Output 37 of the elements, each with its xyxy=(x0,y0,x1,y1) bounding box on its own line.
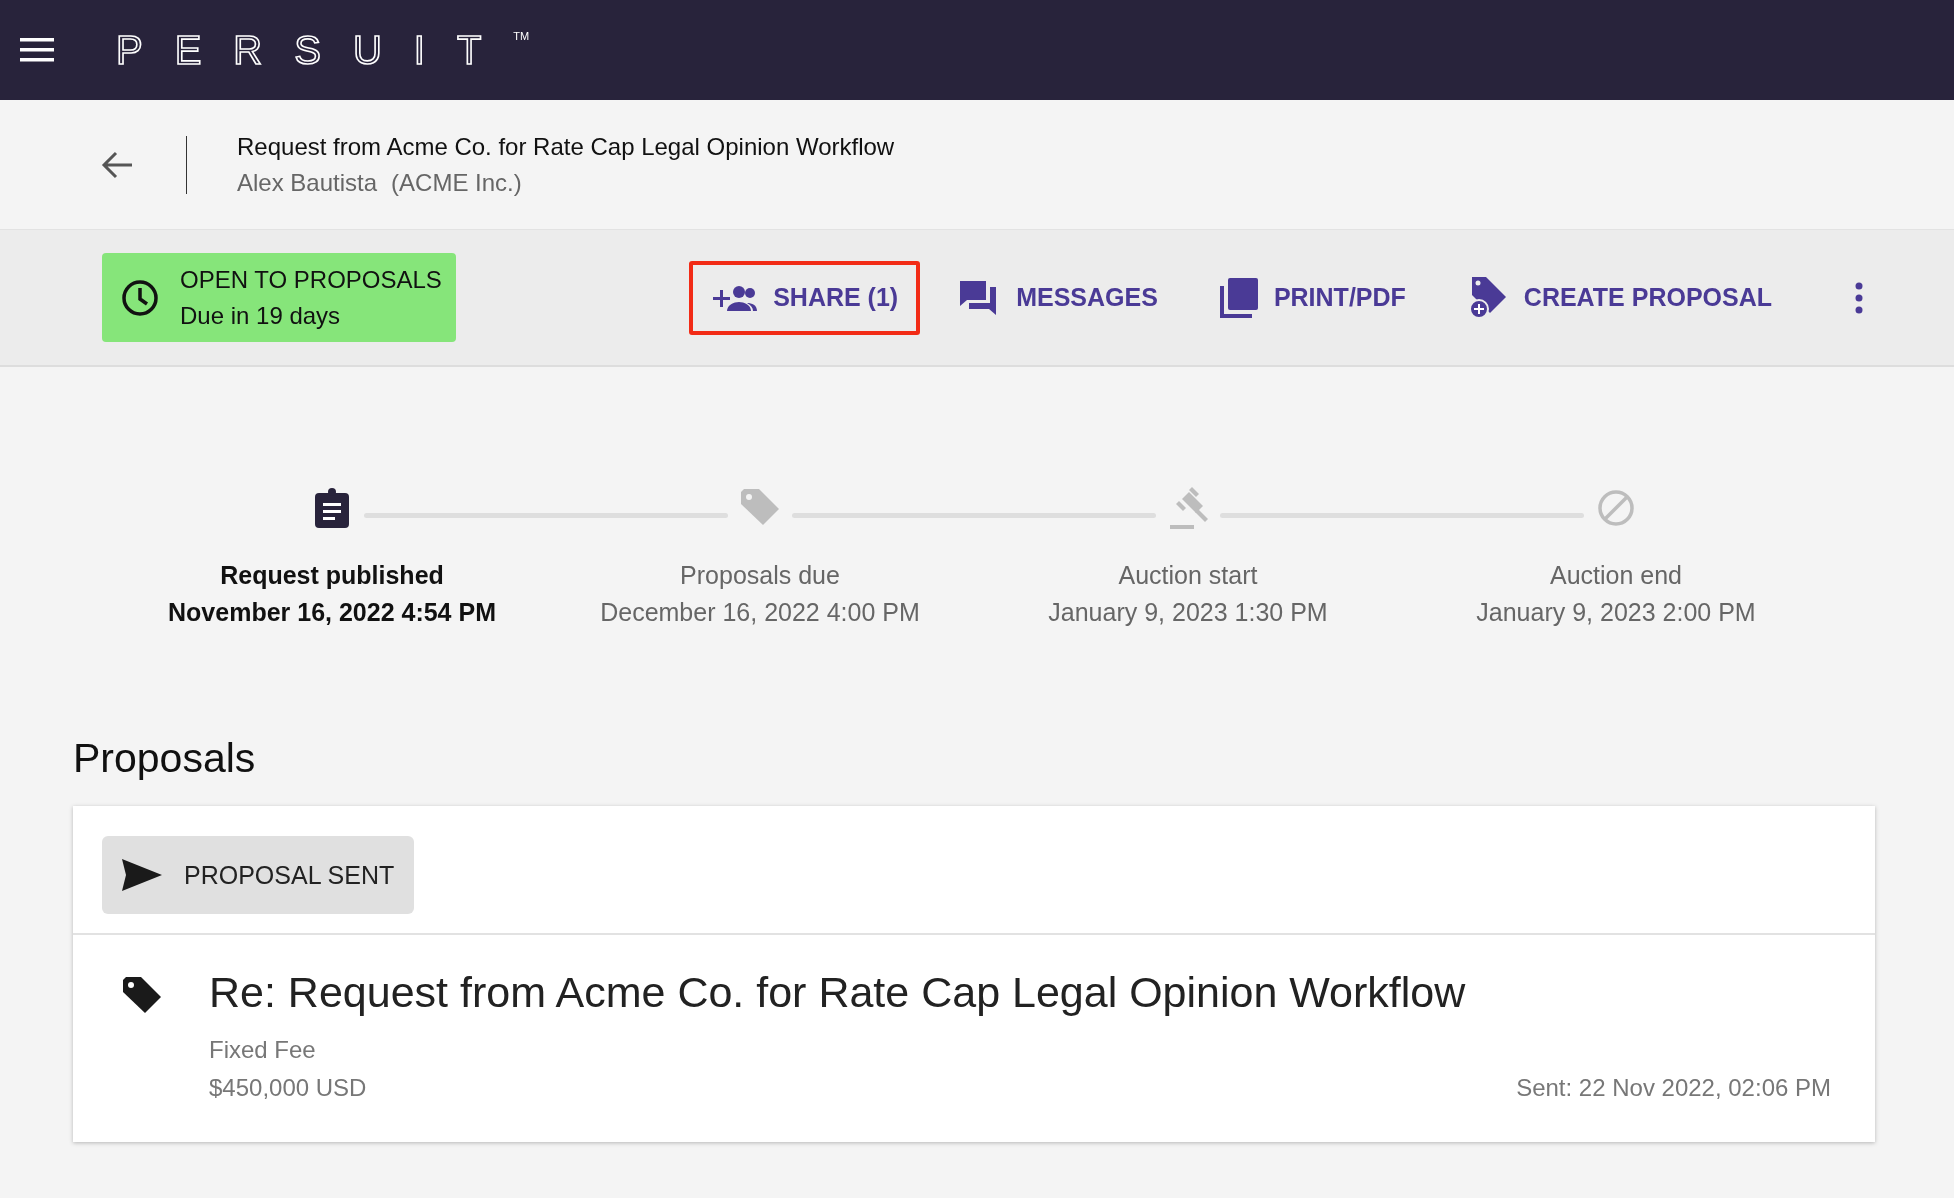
send-icon xyxy=(122,859,162,891)
create-button[interactable]: CREATE PROPOSAL xyxy=(1445,260,1794,335)
messages-button[interactable]: MESSAGES xyxy=(938,260,1180,335)
step-date: January 9, 2023 2:00 PM xyxy=(1476,598,1756,627)
pdf-button[interactable]: PRINT/PDF xyxy=(1197,260,1428,335)
step-label: Request published xyxy=(220,561,444,590)
step-label: Proposals due xyxy=(680,561,840,590)
section-heading: Proposals xyxy=(73,735,257,782)
tag-icon xyxy=(741,489,779,527)
due-text: Due in 19 days xyxy=(180,301,342,330)
sent-date: Sent: 22 Nov 2022, 02:06 PM xyxy=(1516,1074,1831,1103)
chip-label: PROPOSAL SENT xyxy=(184,860,395,890)
pdf-file-icon xyxy=(1219,277,1258,318)
requester-name: Alex Bautista xyxy=(237,168,378,197)
menu-button[interactable] xyxy=(20,38,54,62)
more-button[interactable] xyxy=(1854,281,1864,314)
fee-type: Fixed Fee xyxy=(209,1036,317,1065)
step-date: January 9, 2023 1:30 PM xyxy=(1048,598,1328,627)
step-label: Auction end xyxy=(1549,561,1682,590)
step-label: Auction start xyxy=(1118,561,1258,590)
request-title: Request from Acme Co. for Rate Cap Legal Opinion Workflow xyxy=(237,132,895,161)
block-icon xyxy=(1597,489,1635,527)
amount: $450,000 USD xyxy=(209,1074,368,1103)
share-button[interactable]: SHARE (1) xyxy=(689,260,921,335)
company-name: (ACME Inc.) xyxy=(391,168,522,197)
add-people-icon xyxy=(711,283,758,312)
status-label: OPEN TO PROPOSALS xyxy=(180,265,442,294)
clipboard-icon xyxy=(315,488,349,528)
back-button[interactable] xyxy=(100,149,134,180)
logo: PERSUIT xyxy=(116,30,514,70)
trademark: TM xyxy=(513,30,530,42)
gavel-icon xyxy=(1168,487,1208,529)
step-date: December 16, 2022 4:00 PM xyxy=(600,598,920,627)
clock-icon xyxy=(120,277,160,318)
proposal-title: Re: Request from Acme Co. for Rate Cap Legal Opinion Workflow xyxy=(209,969,1467,1017)
tag-icon xyxy=(123,977,161,1015)
step-date: November 16, 2022 4:54 PM xyxy=(168,598,496,627)
